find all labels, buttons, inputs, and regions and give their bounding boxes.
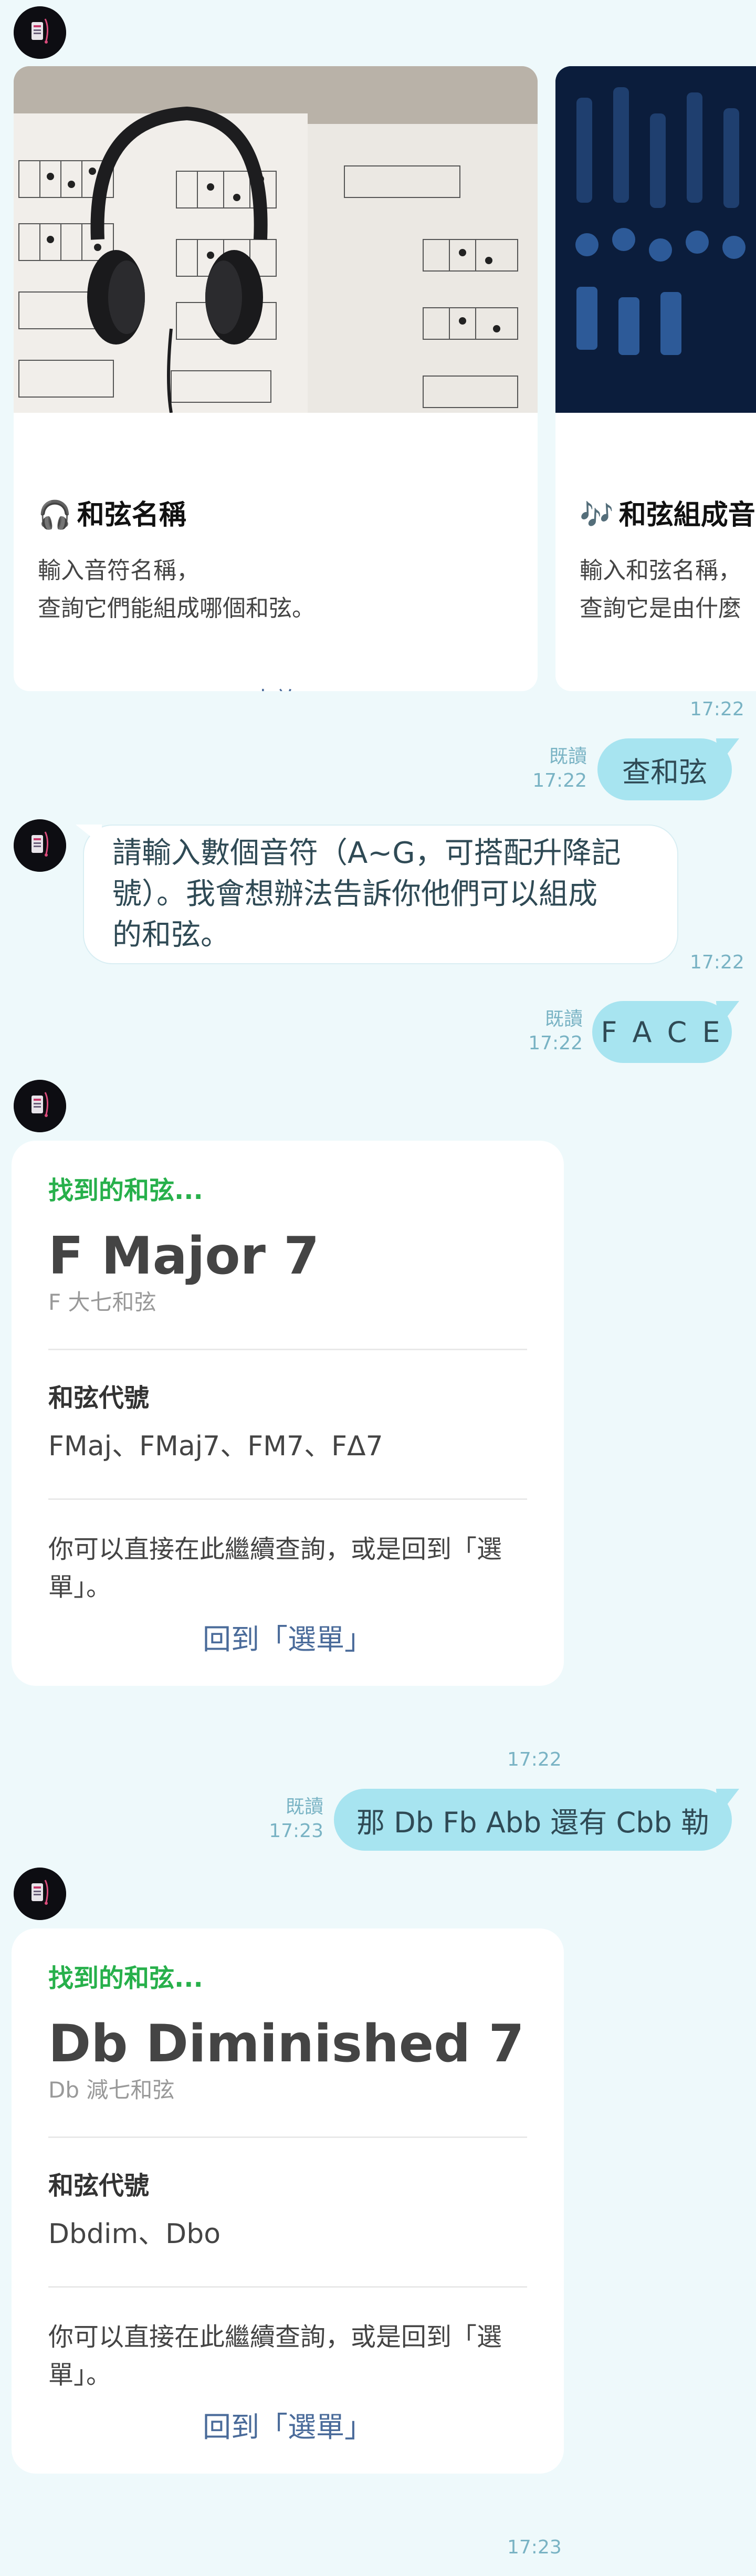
divider — [48, 2286, 527, 2288]
chord-symbols: FMaj、FMaj7、FM7、FΔ7 — [48, 1431, 383, 1462]
chord-result-card: 找到的和弦... F Major 7 F 大七和弦 和弦代號 FMaj、FMaj… — [12, 1141, 564, 1686]
chord-name-chinese: Db 減七和弦 — [48, 2077, 175, 2103]
found-label: 找到的和弦... — [48, 1176, 203, 1205]
chord-name-chinese: F 大七和弦 — [48, 1289, 156, 1315]
avatar-image — [14, 819, 66, 872]
back-to-menu-button[interactable]: 回到「選單」 — [48, 2407, 527, 2447]
outgoing-message[interactable]: 查和弦 — [597, 738, 732, 800]
continue-note: 你可以直接在此繼續查詢，或是回到「選 單」。 — [48, 1535, 502, 1602]
outgoing-message[interactable]: F A C E — [592, 1001, 732, 1063]
timestamp: 17:22 — [690, 952, 744, 973]
avatar-image — [14, 6, 66, 59]
avatar-image — [14, 1080, 66, 1132]
divider — [48, 1498, 527, 1500]
bot-avatar[interactable] — [14, 819, 66, 872]
carousel-card-chord-notes[interactable]: 🎶 和弦組成音 輸入和弦名稱， 查詢它是由什麼 — [555, 66, 756, 691]
carousel-card-title: 🎧 和弦名稱 — [38, 499, 186, 531]
bot-avatar[interactable] — [14, 6, 66, 59]
read-receipt: 既讀 17:23 — [269, 1796, 323, 1842]
chord-name: Db Diminished 7 — [48, 2014, 524, 2074]
headphones-icon: 🎧 — [38, 499, 72, 531]
query-button[interactable]: 查詢 — [14, 681, 538, 691]
mixing-console-image — [555, 66, 756, 413]
continue-note: 你可以直接在此繼續查詢，或是回到「選 單」。 — [48, 2322, 502, 2390]
chord-symbol-label: 和弦代號 — [48, 1383, 150, 1413]
music-notes-icon: 🎶 — [580, 499, 614, 531]
divider — [48, 2136, 527, 2138]
carousel-card-chord-name[interactable]: 🎧和弦名稱 輸入音符名稱， 查詢它們能組成哪個和弦。 查詢 — [14, 66, 538, 691]
timestamp: 17:23 — [507, 2537, 562, 2558]
timestamp: 17:22 — [507, 1749, 562, 1770]
read-receipt: 既讀 17:22 — [532, 746, 587, 791]
bot-avatar[interactable] — [14, 1868, 66, 1920]
carousel-card-description: 輸入和弦名稱， 查詢它是由什麼 — [580, 557, 741, 622]
carousel-card-description: 輸入音符名稱， 查詢它們能組成哪個和弦。 — [38, 557, 315, 622]
found-label: 找到的和弦... — [48, 1964, 203, 1993]
chat-room: 🎧和弦名稱 輸入音符名稱， 查詢它們能組成哪個和弦。 查詢 — [0, 0, 756, 2576]
carousel-card-title: 🎶 和弦組成音 — [580, 499, 755, 531]
headphones-sheet-music-image — [14, 66, 538, 413]
outgoing-message[interactable]: 那 Db Fb Abb 還有 Cbb 勒 — [334, 1789, 732, 1851]
bot-avatar[interactable] — [14, 1080, 66, 1132]
read-receipt: 既讀 17:22 — [528, 1008, 583, 1054]
incoming-message[interactable]: 請輸入數個音符（A~G，可搭配升降記 號）。我會想辦法告訴你他們可以組成 的和弦… — [83, 825, 678, 964]
back-to-menu-button[interactable]: 回到「選單」 — [48, 1620, 527, 1660]
chord-symbol-label: 和弦代號 — [48, 2171, 150, 2200]
divider — [48, 1349, 527, 1350]
timestamp: 17:22 — [690, 698, 744, 720]
chord-name: F Major 7 — [48, 1226, 320, 1286]
chord-result-card: 找到的和弦... Db Diminished 7 Db 減七和弦 和弦代號 Db… — [12, 1928, 564, 2474]
avatar-image — [14, 1868, 66, 1920]
chord-symbols: Dbdim、Dbo — [48, 2218, 221, 2250]
